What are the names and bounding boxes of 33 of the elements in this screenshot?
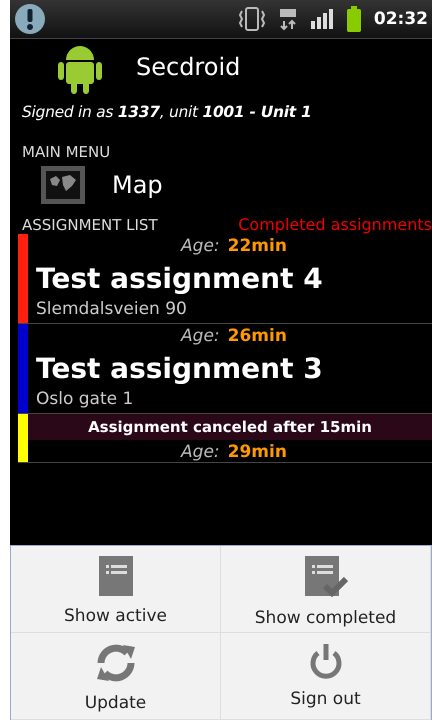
menu-option[interactable]: Show active <box>11 546 221 633</box>
battery-icon <box>346 6 362 32</box>
assignment-title: Test assignment 3 <box>36 351 324 387</box>
menu-option[interactable]: Show completed <box>221 546 431 633</box>
section-heading: ASSIGNMENT LIST <box>22 216 158 234</box>
assignment-item[interactable]: Assignment canceled after 15min Age: 29min <box>18 414 432 463</box>
assignment-address: Slemdalsveien 90 <box>36 299 188 321</box>
app-title: Secdroid <box>136 53 240 81</box>
power-icon <box>308 641 344 681</box>
checklist-icon <box>302 554 348 600</box>
age-value: 29min <box>228 442 287 462</box>
status-time: 02:32 <box>374 9 428 29</box>
network-3g-icon <box>278 7 298 31</box>
list-icon <box>96 554 134 598</box>
assignment-item[interactable]: Age: 22min Test assignment 4 Slemdalsveien 90 <box>18 234 432 324</box>
signal-icon <box>310 9 334 29</box>
age-value: 26min <box>228 326 287 346</box>
map-icon <box>40 165 86 205</box>
age-label: Age: <box>181 236 220 256</box>
cancel-notice: Assignment canceled after 15min <box>28 414 432 440</box>
completed-assignments-link[interactable]: Completed assignments <box>238 215 432 234</box>
age-label: Age: <box>181 442 220 462</box>
assignment-address: Oslo gate 1 <box>36 389 134 411</box>
section-heading: MAIN MENU <box>21 142 112 161</box>
menu-option[interactable]: Update <box>11 633 221 720</box>
age-value: 22min <box>228 236 287 256</box>
map-menu-item[interactable]: Map <box>10 161 432 209</box>
alert-icon <box>14 3 46 35</box>
signed-in-text: Signed in as 1337, unit 1001 - Unit 1 <box>21 102 312 121</box>
assignment-title: Test assignment 4 <box>36 261 324 297</box>
age-label: Age: <box>181 326 220 346</box>
menu-option[interactable]: Sign out <box>221 633 431 720</box>
vibrate-icon <box>238 6 266 32</box>
